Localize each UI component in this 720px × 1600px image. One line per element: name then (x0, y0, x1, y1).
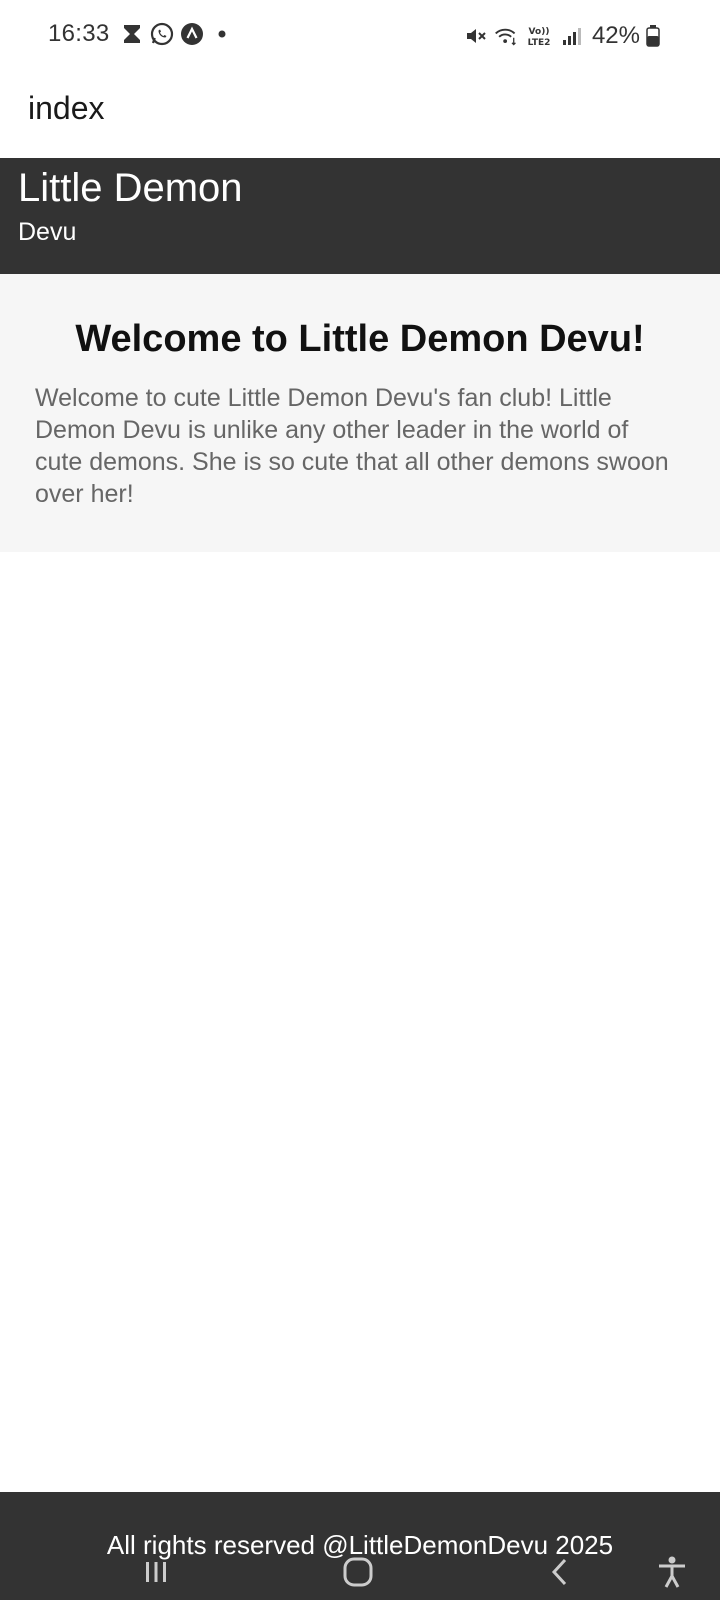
volte-lte2-icon: Vo)) LTE2 (524, 24, 554, 48)
back-icon[interactable] (540, 1552, 580, 1592)
recent-apps-icon[interactable] (136, 1552, 176, 1592)
status-notification-icons (120, 22, 234, 46)
accessibility-icon[interactable] (652, 1552, 692, 1592)
svg-text:Vo)): Vo)) (529, 27, 550, 37)
hourglass-icon (120, 22, 144, 46)
status-bar: 16:33 Vo)) LTE2 42% (0, 0, 720, 72)
site-title: Little Demon (18, 166, 243, 210)
welcome-heading: Welcome to Little Demon Devu! (75, 318, 645, 360)
wifi-icon (494, 24, 518, 48)
site-header: Little Demon Devu (0, 158, 720, 274)
home-icon[interactable] (338, 1552, 378, 1592)
signal-icon (560, 24, 584, 48)
app-bar-title: index (28, 90, 105, 126)
welcome-section: Welcome to Little Demon Devu! Welcome to… (0, 274, 720, 552)
battery-percentage: 42% (591, 22, 640, 49)
site-footer: All rights reserved @LittleDemonDevu 202… (0, 1492, 720, 1600)
svg-text:LTE2: LTE2 (528, 38, 551, 48)
battery-icon (646, 24, 660, 48)
site-subtitle: Devu (18, 218, 77, 246)
dot-icon (210, 22, 234, 46)
app-bar: index (0, 72, 720, 158)
mute-icon (464, 24, 488, 48)
app-notification-icon (180, 22, 204, 46)
status-system-icons: Vo)) LTE2 42% (464, 22, 660, 50)
whatsapp-icon (150, 22, 174, 46)
welcome-text: Welcome to cute Little Demon Devu's fan … (35, 384, 669, 508)
status-time: 16:33 (48, 20, 110, 47)
